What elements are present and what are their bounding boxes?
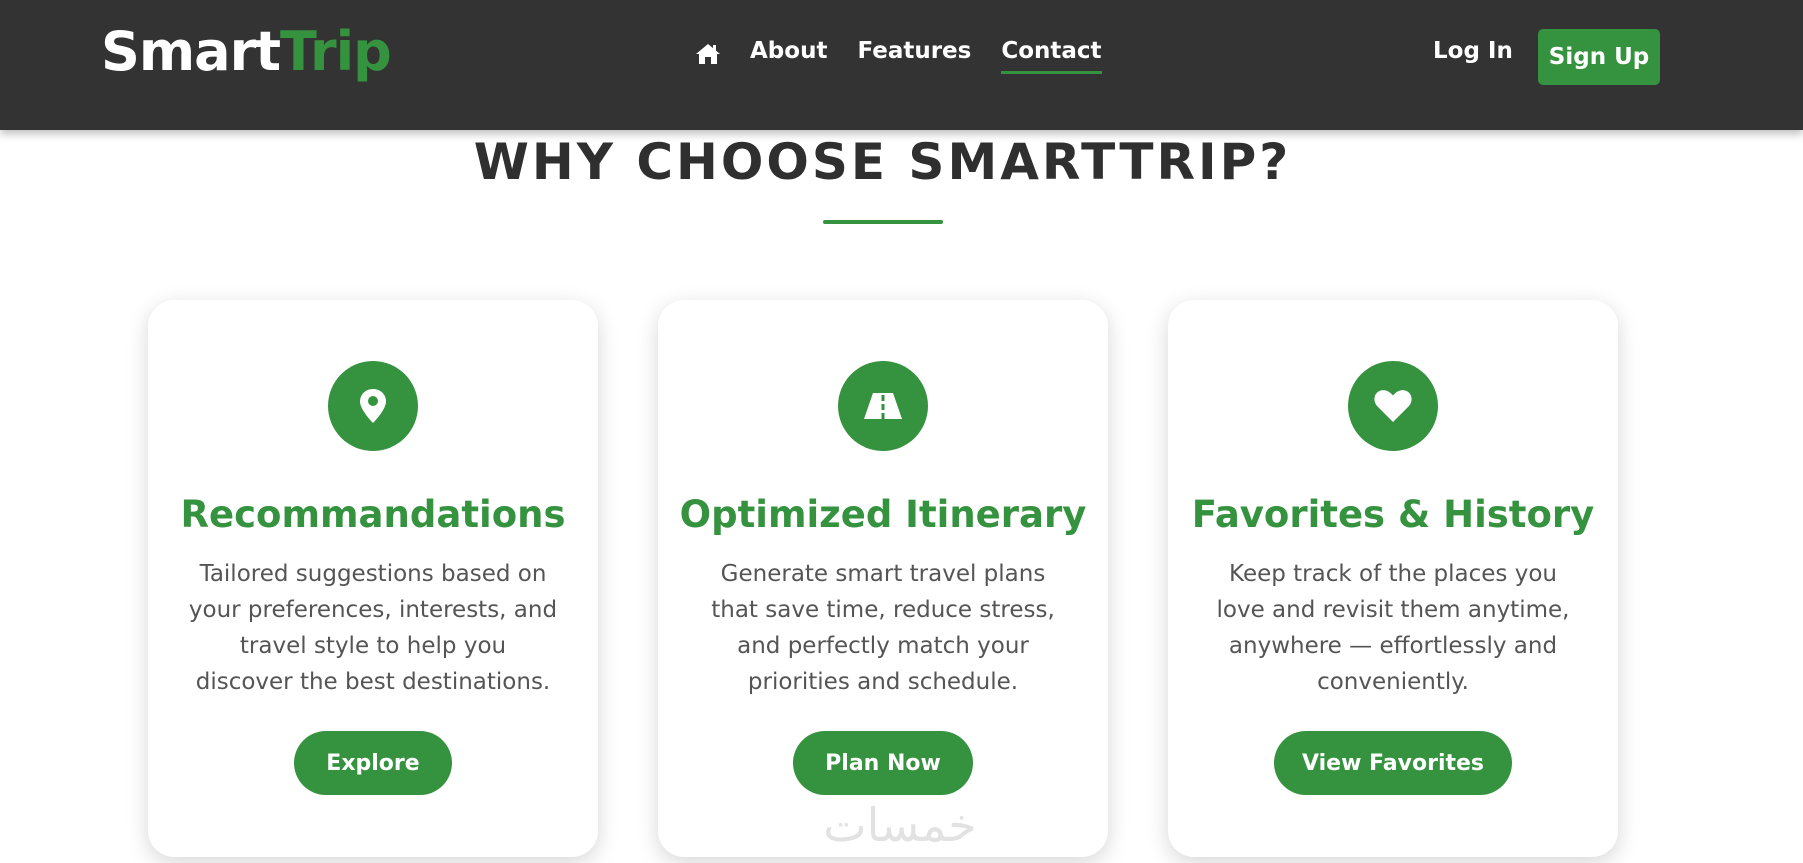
nav-link-about[interactable]: About: [750, 34, 827, 74]
map-pin-icon: [328, 361, 418, 451]
explore-button[interactable]: Explore: [294, 731, 452, 795]
feature-card-favorites: Favorites & History Keep track of the pl…: [1168, 300, 1618, 857]
nav-link-features[interactable]: Features: [857, 34, 971, 74]
heart-icon: [1348, 361, 1438, 451]
login-link[interactable]: Log In: [1433, 34, 1513, 68]
signup-button[interactable]: Sign Up: [1538, 29, 1660, 85]
card-description: Keep track of the places you love and re…: [1216, 561, 1570, 695]
card-title: Favorites & History: [1191, 493, 1595, 536]
feature-card-recommendations: Recommandations Tailored suggestions bas…: [148, 300, 598, 857]
section-title: WHY CHOOSE SMARTTRIP?: [473, 133, 1292, 191]
home-icon[interactable]: [694, 37, 722, 71]
logo-text-smart: Smart: [101, 20, 281, 83]
logo[interactable]: SmartTrip: [101, 20, 392, 84]
card-title: Recommandations: [180, 493, 566, 536]
card-description: Tailored suggestions based on your prefe…: [188, 561, 558, 695]
navbar: SmartTrip About Features Contact Log In …: [0, 0, 1803, 130]
feature-card-itinerary: Optimized Itinerary Generate smart trave…: [658, 300, 1108, 857]
main-nav: About Features Contact: [694, 34, 1132, 74]
view-favorites-button[interactable]: View Favorites: [1274, 731, 1512, 795]
title-underline: [823, 220, 943, 224]
plan-now-button[interactable]: Plan Now: [793, 731, 973, 795]
road-icon: [838, 361, 928, 451]
card-description: Generate smart travel plans that save ti…: [711, 561, 1055, 695]
logo-text-trip: Trip: [280, 20, 392, 83]
watermark: خمسات: [823, 798, 977, 852]
card-title: Optimized Itinerary: [679, 493, 1087, 536]
nav-link-contact[interactable]: Contact: [1001, 34, 1102, 74]
